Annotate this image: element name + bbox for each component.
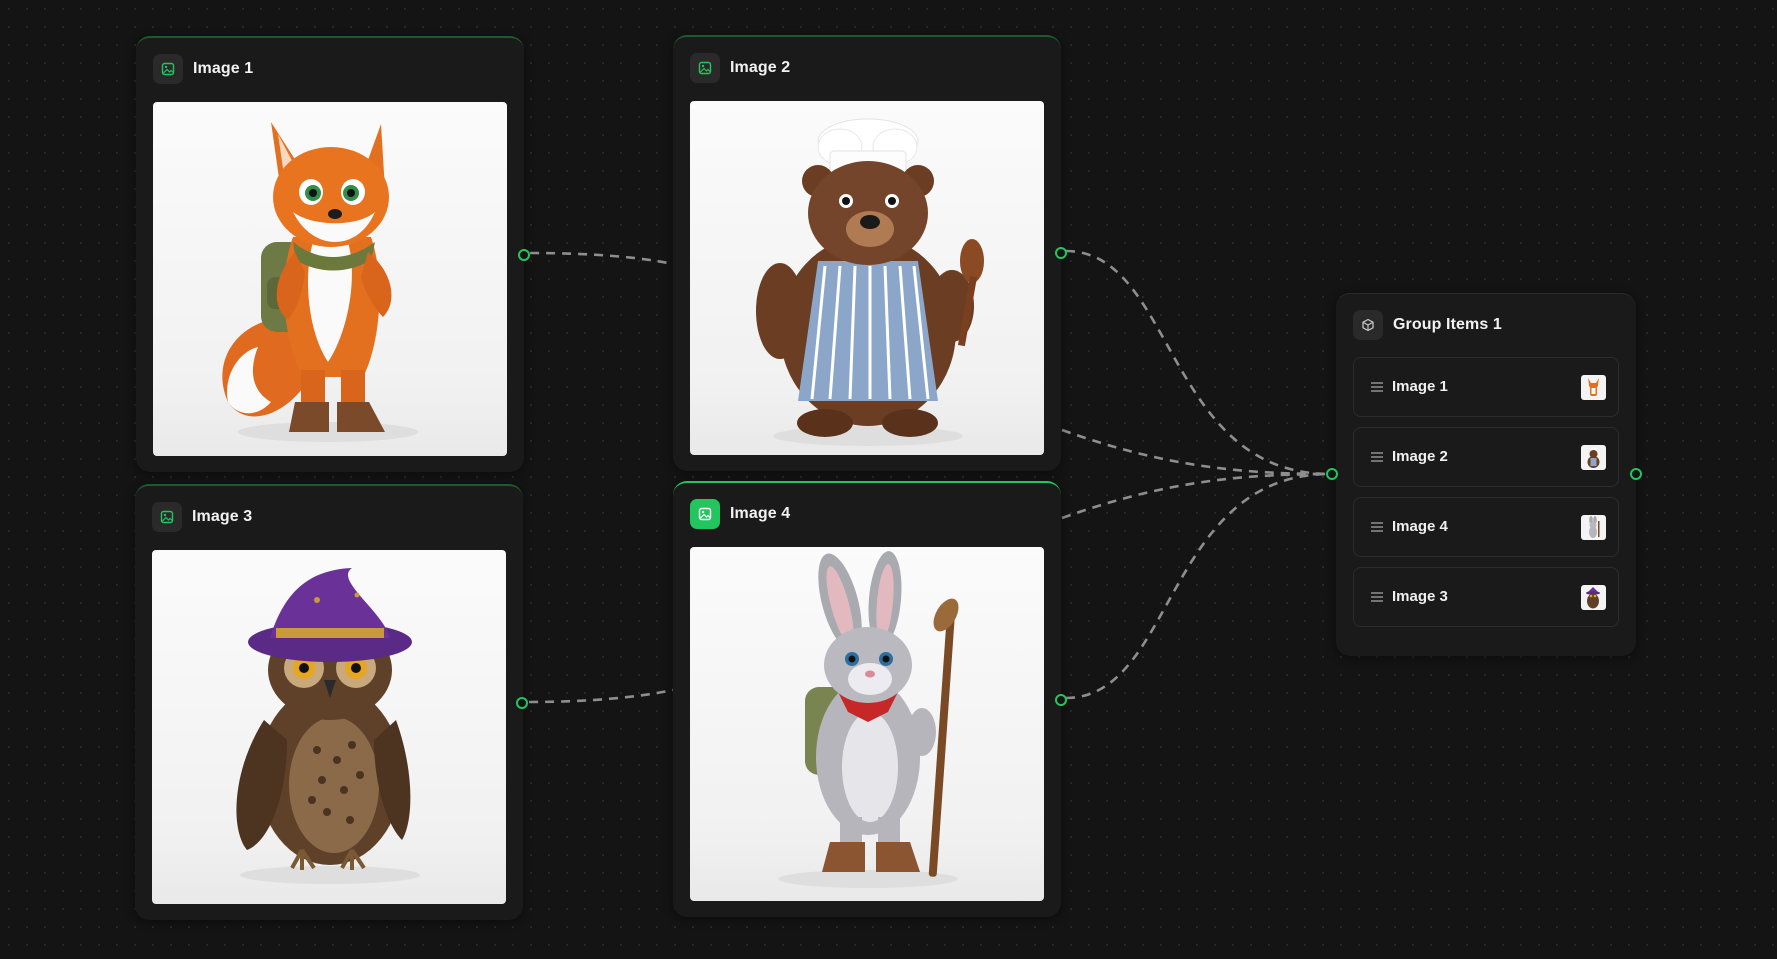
group-item-row[interactable]: Image 4 [1353,497,1619,557]
image-node-4[interactable]: Image 4 [673,481,1067,917]
group-item-row[interactable]: Image 2 [1353,427,1619,487]
group-item-label: Image 3 [1392,588,1448,605]
owl-image[interactable] [152,550,506,904]
node-title: Image 4 [730,505,791,522]
edge-image4b-to-group [1065,472,1331,700]
rabbit-image[interactable] [690,547,1044,901]
image-icon [690,53,720,83]
image-node-2[interactable]: Image 2 [673,35,1067,471]
group-output-port[interactable] [1630,468,1642,480]
node-header: Image 3 [152,502,252,532]
edge-image2-to-group [1065,249,1331,476]
bear-thumbnail [1581,445,1606,470]
group-item-label: Image 2 [1392,448,1448,465]
group-item-label: Image 4 [1392,518,1448,535]
edge-image2b-to-group [1061,428,1331,476]
bear-image[interactable] [690,101,1044,455]
output-port[interactable] [1055,694,1067,706]
node-header: Image 2 [690,53,790,83]
image-icon [153,54,183,84]
owl-thumbnail [1581,585,1606,610]
drag-handle-icon[interactable] [1371,521,1383,533]
drag-handle-icon[interactable] [1371,451,1383,463]
node-title: Image 2 [730,59,791,76]
group-item-row[interactable]: Image 3 [1353,567,1619,627]
image-node-1[interactable]: Image 1 [136,36,530,472]
fox-thumbnail [1581,375,1606,400]
output-port[interactable] [516,697,528,709]
fox-image[interactable] [153,102,507,456]
workflow-canvas[interactable]: Image 1 Image 2 Image 3 Image 4 Group It… [0,0,1777,959]
node-header: Image 4 [690,499,790,529]
drag-handle-icon[interactable] [1371,381,1383,393]
cube-icon [1353,310,1383,340]
edge-image4-to-group [1061,472,1331,520]
node-title: Image 3 [192,508,253,525]
image-icon [152,502,182,532]
group-item-row[interactable]: Image 1 [1353,357,1619,417]
rabbit-thumbnail [1581,515,1606,540]
group-item-label: Image 1 [1392,378,1448,395]
group-items-node[interactable]: Group Items 1 Image 1 Image 2 Image 4 Im… [1336,293,1636,656]
group-title: Group Items 1 [1393,316,1502,333]
group-input-port[interactable] [1326,468,1338,480]
node-header: Image 1 [153,54,253,84]
edge-image1-to-image2 [529,251,674,266]
output-port[interactable] [1055,247,1067,259]
image-icon [690,499,720,529]
edge-image3-to-image4 [528,688,674,704]
drag-handle-icon[interactable] [1371,591,1383,603]
node-title: Image 1 [193,60,254,77]
node-header: Group Items 1 [1353,310,1502,340]
image-node-3[interactable]: Image 3 [135,484,528,920]
output-port[interactable] [518,249,530,261]
